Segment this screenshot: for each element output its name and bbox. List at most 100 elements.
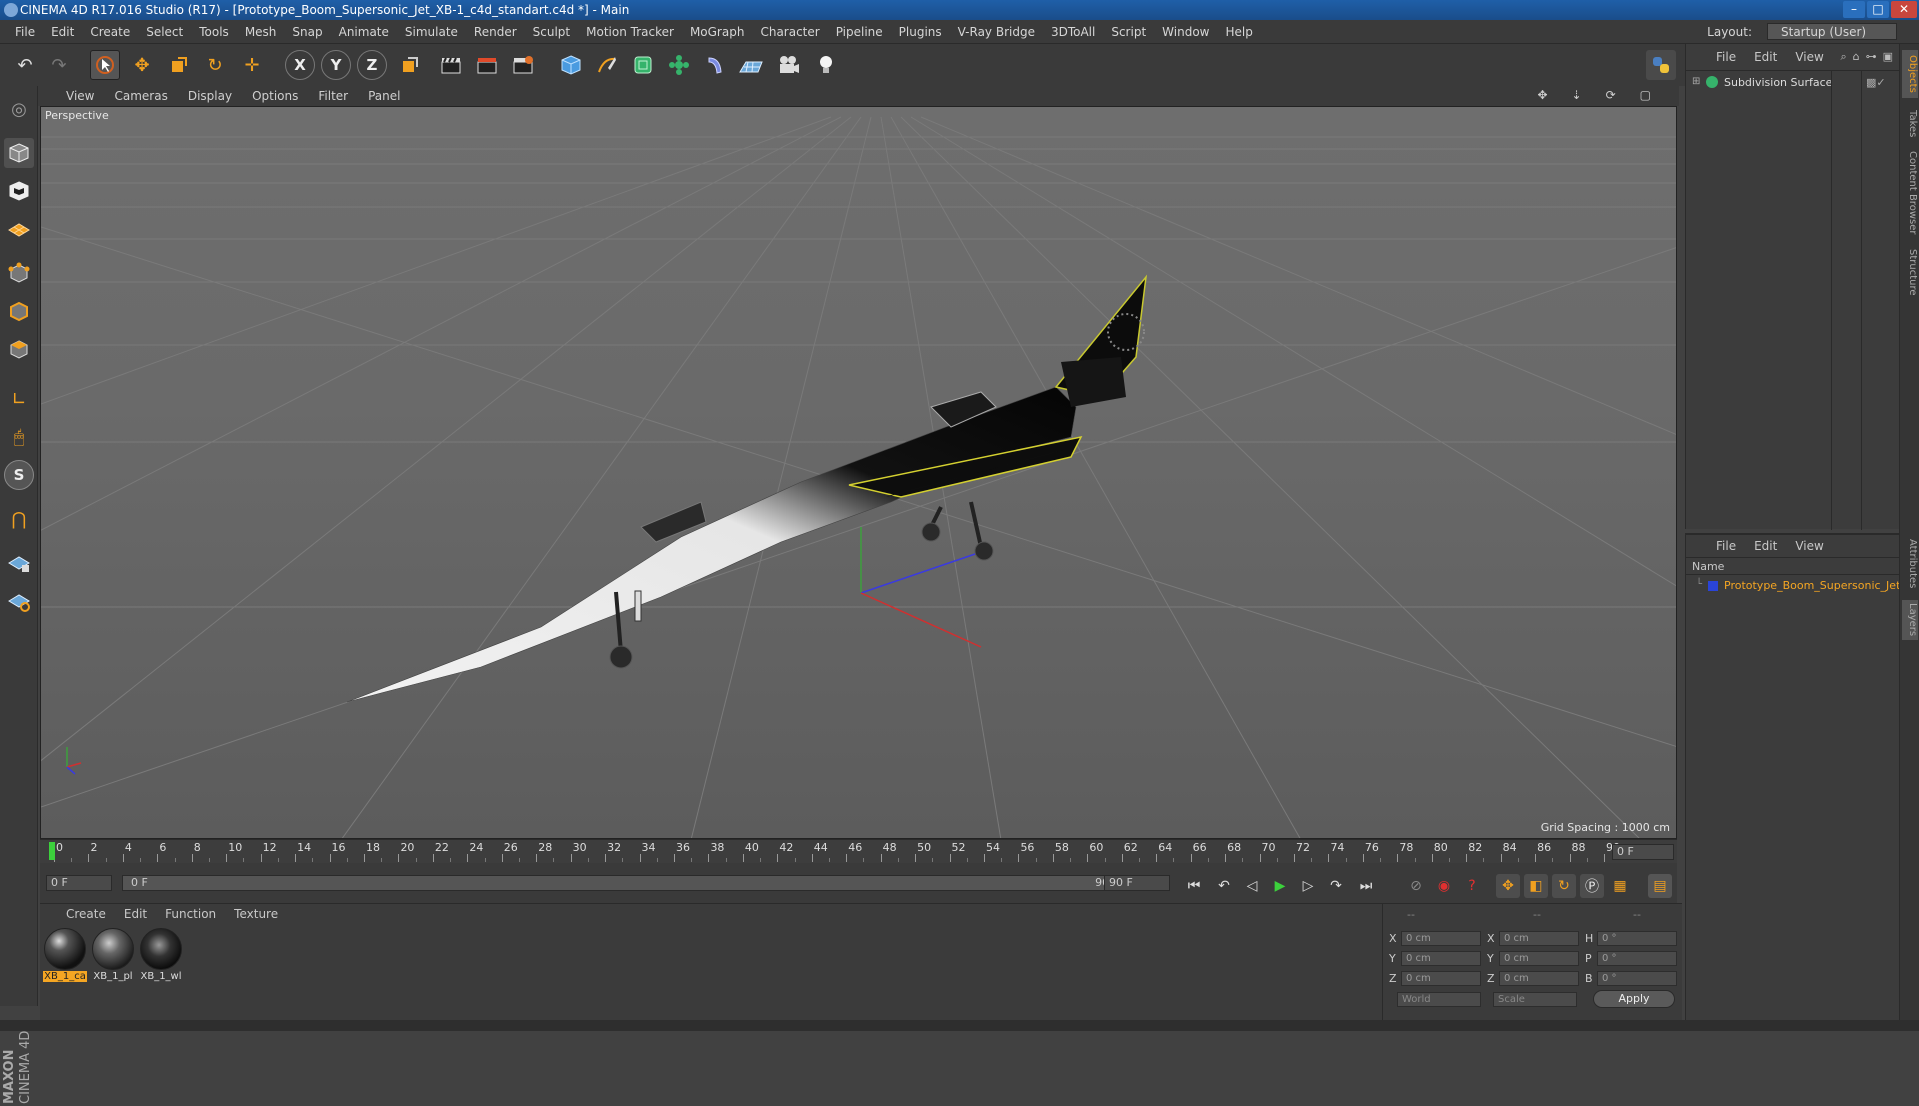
close-button[interactable]: ✕ (1891, 1, 1917, 18)
material-swatch[interactable]: XB_1_pl (91, 928, 135, 984)
layout-dropdown[interactable]: Startup (User) (1767, 23, 1897, 40)
redo-button[interactable]: ↷ (44, 50, 74, 80)
edges-mode-button[interactable] (4, 296, 34, 326)
key-position-button[interactable]: ✥ (1496, 874, 1520, 898)
expand-icon[interactable]: ⊞ (1692, 76, 1700, 87)
add-deformer-button[interactable] (700, 50, 730, 80)
tab-structure[interactable]: Structure (1902, 244, 1918, 300)
menu-motion-tracker[interactable]: Motion Tracker (579, 25, 683, 39)
menu-render[interactable]: Render (467, 25, 526, 39)
object-menu-edit[interactable]: Edit (1754, 50, 1777, 64)
object-menu-view[interactable]: View (1795, 50, 1823, 64)
play-button[interactable]: ▶ (1268, 874, 1292, 898)
tab-objects[interactable]: Objects (1902, 50, 1918, 98)
timeline-window-button[interactable]: ▤ (1648, 874, 1672, 898)
visibility-check-icon[interactable]: ▩✓ (1866, 76, 1886, 89)
material-menu-texture[interactable]: Texture (234, 907, 278, 921)
home-icon[interactable]: ⌂ (1853, 50, 1860, 64)
material-swatch[interactable]: XB_1_wl (139, 928, 183, 984)
menu-mesh[interactable]: Mesh (238, 25, 286, 39)
move-tool-button[interactable]: ✥ (127, 50, 157, 80)
menu-character[interactable]: Character (753, 25, 828, 39)
add-spline-button[interactable] (592, 50, 622, 80)
menu-script[interactable]: Script (1104, 25, 1155, 39)
record-keys-button[interactable]: ⊘ (1404, 874, 1428, 898)
render-settings-button[interactable] (508, 50, 538, 80)
render-view-button[interactable] (436, 50, 466, 80)
workplane-mode-button[interactable] (4, 214, 34, 244)
menu-simulate[interactable]: Simulate (398, 25, 467, 39)
key-pla-button[interactable]: ▦ (1608, 874, 1632, 898)
playhead[interactable] (49, 842, 55, 860)
menu-tools[interactable]: Tools (192, 25, 238, 39)
next-key-button[interactable]: ↷ (1324, 874, 1348, 898)
menu-vray-bridge[interactable]: V-Ray Bridge (951, 25, 1044, 39)
scale-tool-button[interactable] (164, 50, 194, 80)
tab-takes[interactable]: Takes (1902, 104, 1918, 144)
undo-button[interactable]: ↶ (10, 50, 40, 80)
rotation-h-field[interactable]: 0 ° (1597, 931, 1677, 946)
minimize-button[interactable]: – (1843, 1, 1865, 18)
keyframe-selection-button[interactable]: ? (1460, 874, 1484, 898)
end-frame-field[interactable]: 90 F (1104, 875, 1170, 891)
rotation-b-field[interactable]: 0 ° (1597, 971, 1677, 986)
link-icon[interactable]: ⊶ (1866, 50, 1877, 64)
frame-range-slider[interactable]: 0 F 90 F (122, 875, 1134, 891)
start-frame-field[interactable]: 0 F (46, 875, 112, 891)
viewport-menu-cameras[interactable]: Cameras (114, 89, 167, 103)
key-rotation-button[interactable]: ↻ (1552, 874, 1576, 898)
layer-row[interactable]: └ Prototype_Boom_Supersonic_Jet_ (1686, 577, 1900, 595)
material-menu-edit[interactable]: Edit (124, 907, 147, 921)
python-button[interactable] (1646, 50, 1676, 80)
menu-edit[interactable]: Edit (44, 25, 83, 39)
coord-mode-dropdown[interactable]: Scale (1493, 992, 1577, 1007)
next-frame-button[interactable]: ▷ (1296, 874, 1320, 898)
menu-sculpt[interactable]: Sculpt (526, 25, 579, 39)
material-menu-function[interactable]: Function (165, 907, 216, 921)
layer-menu-file[interactable]: File (1716, 539, 1736, 553)
planar-workplane-button[interactable] (4, 586, 34, 616)
key-parameter-button[interactable]: Ⓟ (1580, 874, 1604, 898)
render-picture-viewer-button[interactable] (472, 50, 502, 80)
maximize-view-icon[interactable]: ▢ (1640, 88, 1651, 102)
coordinate-system-button[interactable] (395, 50, 425, 80)
transform-tool-button[interactable]: ✛ (237, 50, 267, 80)
current-frame-field[interactable]: 0 F (1612, 844, 1674, 860)
pan-view-icon[interactable]: ✥ (1537, 88, 1547, 102)
viewport-menu-panel[interactable]: Panel (368, 89, 400, 103)
viewport-menu-filter[interactable]: Filter (318, 89, 348, 103)
x-axis-button[interactable]: X (285, 50, 315, 80)
prev-frame-button[interactable]: ◁ (1240, 874, 1264, 898)
menu-snap[interactable]: Snap (285, 25, 331, 39)
tweak-mode-button[interactable]: 🖱 (4, 422, 34, 452)
material-menu-create[interactable]: Create (66, 907, 106, 921)
goto-start-button[interactable]: ⏮ (1182, 874, 1206, 898)
new-window-icon[interactable]: ▣ (1883, 50, 1893, 64)
rotation-p-field[interactable]: 0 ° (1597, 951, 1677, 966)
select-tool-button[interactable] (90, 50, 120, 80)
viewport-menu-display[interactable]: Display (188, 89, 232, 103)
add-array-button[interactable] (664, 50, 694, 80)
add-cube-button[interactable] (556, 50, 586, 80)
axis-mode-button[interactable]: ∟ (4, 384, 34, 414)
layer-menu-view[interactable]: View (1795, 539, 1823, 553)
material-swatch[interactable]: XB_1_ca (43, 928, 87, 984)
key-scale-button[interactable]: ◧ (1524, 874, 1548, 898)
z-axis-button[interactable]: Z (357, 50, 387, 80)
rotate-view-icon[interactable]: ⟳ (1606, 88, 1616, 102)
menu-window[interactable]: Window (1155, 25, 1218, 39)
size-x-field[interactable]: 0 cm (1499, 931, 1579, 946)
perspective-viewport[interactable]: Perspective Grid Spacing : 1000 cm (40, 106, 1677, 839)
menu-pipeline[interactable]: Pipeline (829, 25, 892, 39)
tab-content-browser[interactable]: Content Browser (1902, 148, 1918, 238)
menu-animate[interactable]: Animate (332, 25, 398, 39)
locked-workplane-button[interactable] (4, 548, 34, 578)
menu-help[interactable]: Help (1218, 25, 1261, 39)
add-floor-button[interactable] (736, 50, 766, 80)
viewport-menu-options[interactable]: Options (252, 89, 298, 103)
menu-mograph[interactable]: MoGraph (683, 25, 754, 39)
position-y-field[interactable]: 0 cm (1401, 951, 1481, 966)
timeline-ruler[interactable]: 0 2 4 6 8 10 12 14 16 18 20 22 24 26 28 30 32 34 36 38 40 42 4… (40, 839, 1677, 863)
add-camera-button[interactable] (774, 50, 804, 80)
menu-select[interactable]: Select (139, 25, 192, 39)
